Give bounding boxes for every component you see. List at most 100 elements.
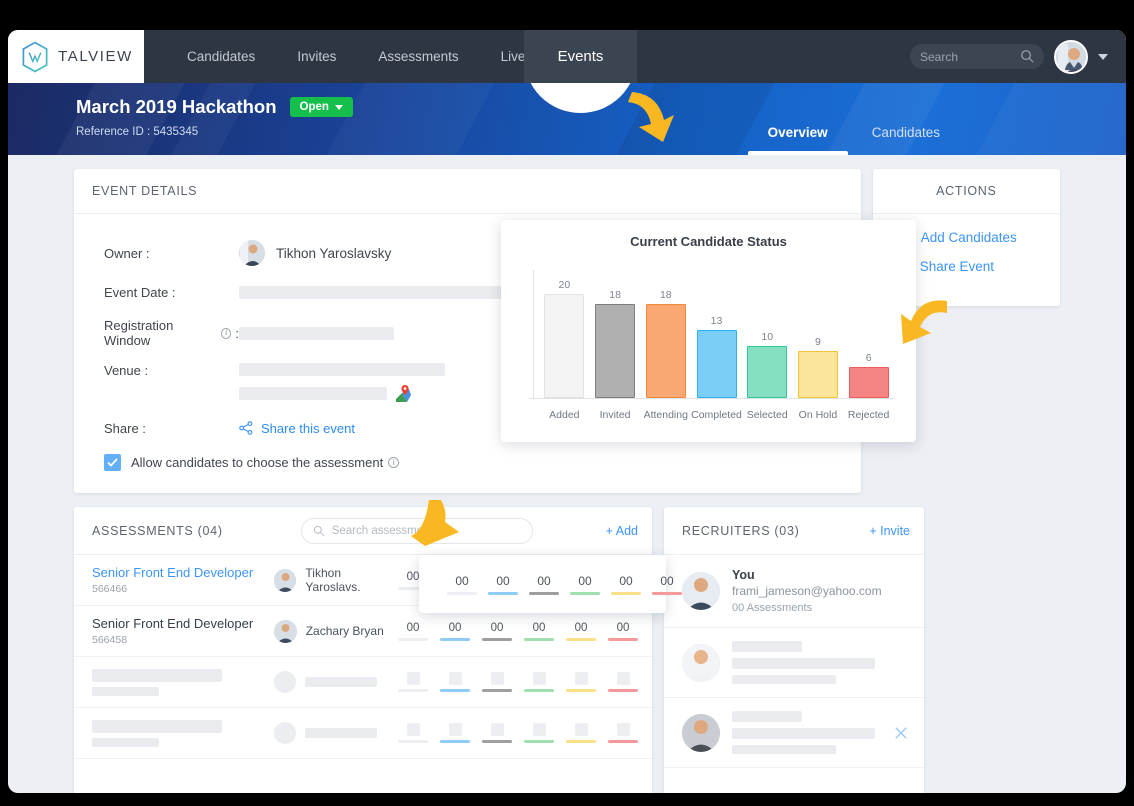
nav-item-candidates[interactable]: Candidates	[166, 49, 276, 64]
registration-window-label: Registration Window i :	[104, 318, 239, 348]
tutorial-arrow-top	[628, 92, 674, 142]
share-label: Share :	[104, 420, 146, 436]
chart-bar	[696, 330, 737, 398]
assessment-name[interactable]: Senior Front End Developer	[92, 616, 274, 631]
table-row-skeleton	[74, 657, 652, 708]
table-row[interactable]: Senior Front End Developer 566458 Zachary …	[74, 606, 652, 657]
assessment-stat: 00	[440, 622, 470, 641]
avatar	[682, 643, 720, 682]
nav-item-events[interactable]: Events	[524, 30, 637, 83]
chart-x-tick-label: Invited	[599, 409, 631, 421]
popup-stat-bar	[570, 591, 600, 595]
assessment-stat-bar	[608, 689, 638, 692]
add-assessment-button[interactable]: + Add	[606, 524, 638, 538]
assessment-stat-bar	[566, 637, 596, 641]
assessment-stat-skeleton	[482, 672, 512, 692]
recruiter-info: You frami_jameson@yahoo.com 00 Assessments	[732, 568, 882, 614]
add-candidates-button[interactable]: Add Candidates	[895, 230, 1060, 245]
assessment-stat-skeleton	[566, 723, 596, 743]
check-icon	[107, 458, 118, 467]
assessment-stat-value: 00	[448, 621, 462, 634]
assessment-stat-skeleton	[398, 672, 428, 692]
avatar-image	[239, 240, 265, 266]
stat-square-placeholder	[574, 672, 588, 685]
info-icon[interactable]: i	[388, 457, 400, 468]
skeleton-title-cell	[92, 668, 274, 696]
assessment-stat: 00	[398, 622, 428, 641]
assessment-recruiter-cell: Zachary Bryan	[273, 619, 398, 643]
search-placeholder: Search	[920, 49, 959, 64]
tab-overview[interactable]: Overview	[747, 125, 848, 155]
map-pin-icon[interactable]	[396, 385, 411, 402]
venue-placeholder-line1	[239, 363, 445, 376]
assessment-stat-skeleton	[524, 672, 554, 692]
allow-choose-assessment-checkbox[interactable]	[104, 454, 121, 471]
assessment-stat-bar	[524, 689, 554, 692]
event-header-block: March 2019 Hackathon Open Reference ID :…	[76, 96, 353, 138]
placeholder-bar	[732, 728, 875, 739]
nav-item-invites[interactable]: Invites	[276, 49, 357, 64]
tab-candidates[interactable]: Candidates	[872, 125, 940, 155]
list-item[interactable]	[664, 628, 924, 698]
assessment-stat-value: 00	[574, 621, 588, 634]
assessment-stat-skeleton	[398, 723, 428, 743]
recruiter-assessment-count: 00 Assessments	[732, 602, 813, 614]
popup-stat-bar	[488, 591, 518, 595]
assessment-stat-bar	[482, 740, 512, 743]
chart-x-tick-label: Selected	[746, 409, 788, 421]
placeholder-bar	[732, 641, 802, 652]
add-candidates-label: Add Candidates	[920, 230, 1017, 245]
placeholder-bar	[304, 677, 377, 687]
remove-recruiter-icon[interactable]	[894, 726, 908, 740]
avatar	[273, 568, 297, 592]
assessment-recruiter-cell: Tikhon Yaroslavs.	[273, 566, 398, 594]
assessment-stat-bar	[608, 740, 638, 743]
page-title: March 2019 Hackathon	[76, 96, 277, 117]
venue-placeholder-line2	[239, 387, 387, 400]
assessment-name[interactable]: Senior Front End Developer	[92, 565, 274, 580]
event-details-card: EVENT DETAILS Owner : Tikhon Yaroslavsky…	[74, 169, 947, 493]
invite-recruiter-button[interactable]: + Invite	[869, 524, 910, 538]
assessment-stats: 00 00 00 00 00 00	[398, 622, 638, 641]
assessment-stat-skeleton	[440, 723, 470, 743]
avatar-image	[273, 568, 297, 592]
popup-stat-bar	[447, 591, 477, 595]
chevron-down-icon[interactable]	[1098, 53, 1108, 60]
stat-square-placeholder	[532, 672, 546, 685]
avatar-image	[1056, 41, 1086, 72]
stat-square-placeholder	[406, 723, 420, 736]
list-item[interactable]: You frami_jameson@yahoo.com 00 Assessments	[664, 555, 924, 628]
tutorial-arrow-assessments	[411, 500, 459, 546]
popup-stat-value: 00	[455, 573, 469, 588]
list-item[interactable]	[664, 698, 924, 768]
share-this-event-button[interactable]: Share this event	[239, 421, 355, 436]
allow-choose-assessment-label: Allow candidates to choose the assessmen…	[131, 455, 400, 470]
share-event-button[interactable]: Share Event	[894, 259, 1060, 274]
assessment-stat-skeleton	[608, 672, 638, 692]
event-details-title: EVENT DETAILS	[92, 184, 198, 198]
content-row-bottom: ASSESSMENTS (04) Search assessment + Add…	[8, 493, 1126, 793]
assessment-stat-bar	[608, 637, 638, 641]
chart-bar-value: 10	[761, 331, 774, 343]
user-avatar[interactable]	[1054, 39, 1088, 74]
recruiters-header: RECRUITERS (03) + Invite	[664, 507, 924, 555]
logo-wordmark: TALVIEW	[58, 48, 133, 65]
assessment-stat: 00	[524, 622, 554, 641]
chart-bar	[747, 346, 788, 398]
popup-stat-value: 00	[660, 573, 674, 588]
status-badge[interactable]: Open	[289, 97, 353, 117]
chart-bar-value: 20	[558, 279, 571, 291]
assessment-stat-bar	[524, 637, 554, 641]
chart-bar	[544, 294, 585, 398]
nav-item-assessments[interactable]: Assessments	[357, 49, 479, 64]
avatar-image	[682, 643, 720, 682]
global-search-input[interactable]: Search	[910, 44, 1044, 69]
reference-id: Reference ID : 5435345	[76, 126, 199, 138]
assessment-id: 566466	[92, 583, 128, 595]
placeholder-bar	[732, 745, 836, 754]
info-icon[interactable]: i	[220, 327, 232, 339]
talview-logo[interactable]: TALVIEW	[8, 30, 144, 83]
assessment-stat-value: 00	[532, 621, 546, 634]
main-content: EVENT DETAILS Owner : Tikhon Yaroslavsky…	[8, 155, 1126, 793]
assessment-stat-bar	[566, 689, 596, 692]
